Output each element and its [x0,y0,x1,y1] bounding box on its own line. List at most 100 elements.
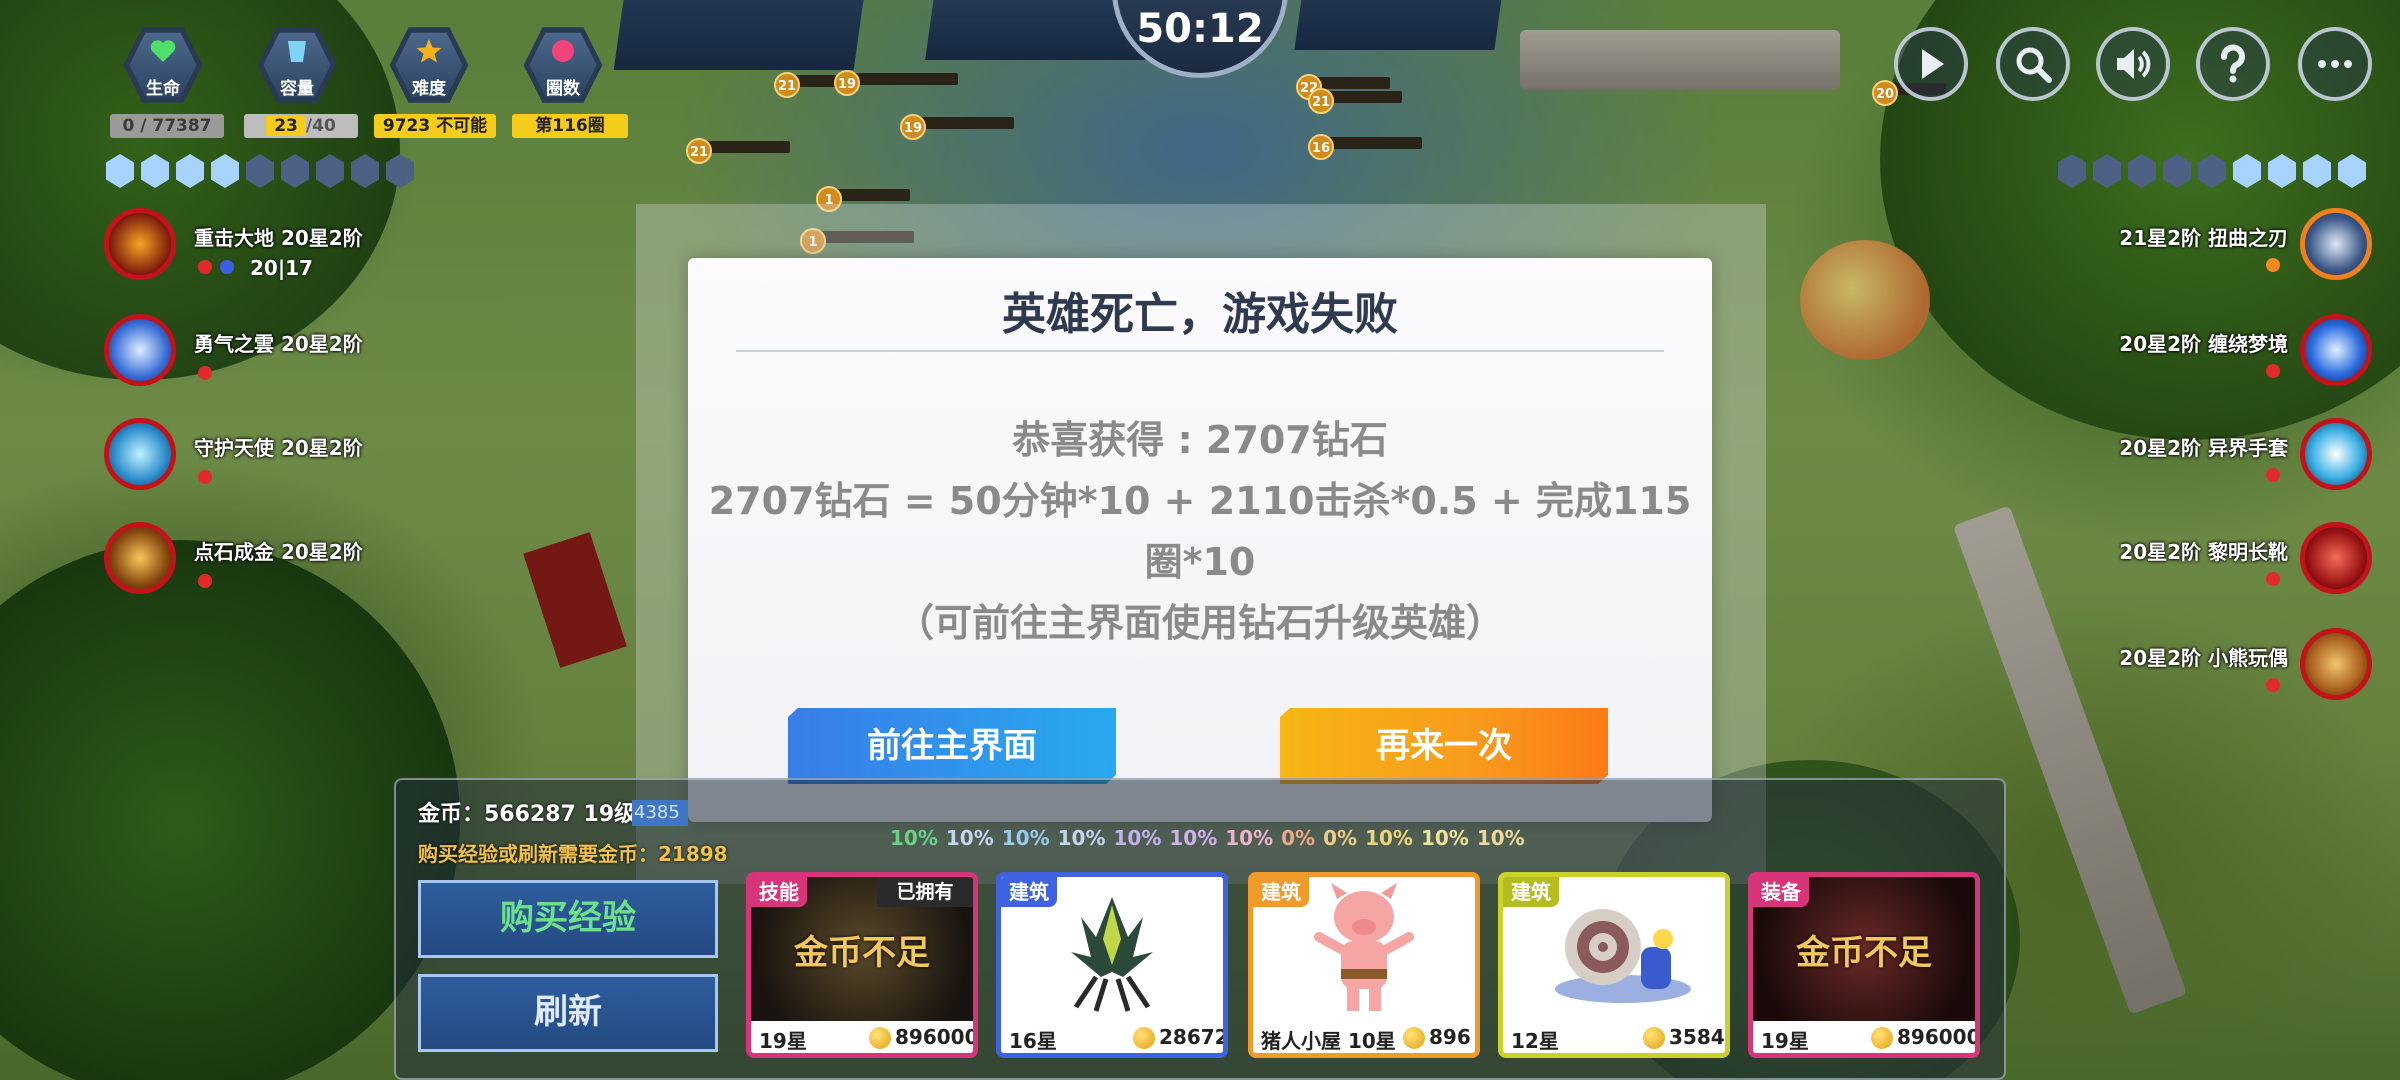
shop-card-building[interactable]: 建筑 12星 3584 [1498,872,1730,1058]
skill-name: 守护天使 20星2阶 [194,436,363,460]
difficulty-stat-hex: 难度 [388,24,470,106]
red-dot [2266,468,2280,482]
red-dot [198,470,212,484]
coin-icon [1643,1027,1665,1049]
lap-value: 第116圈 [512,114,628,138]
coin-icon [1871,1027,1893,1049]
dawn-boots-icon [2300,522,2372,594]
difficulty-value: 9723 不可能 [374,114,496,138]
card-type-tag: 装备 [1753,877,1809,907]
orange-dot [2266,258,2280,272]
more-button[interactable] [2298,27,2372,101]
enemy-health-bar [1322,91,1402,103]
blue-dot [220,260,234,274]
equipment-teddy-bear[interactable]: 20星2阶 小熊玩偶 [2060,628,2380,712]
card-stars: 猪人小屋 10星 [1261,1029,1396,1053]
card-type-tag: 建筑 [1253,877,1309,907]
pip-empty [386,154,414,188]
skill-name: 重击大地 20星2阶 [194,226,363,250]
search-button[interactable] [1996,27,2070,101]
star-icon [416,39,442,63]
equipment-otherworld-glove[interactable]: 20星2阶 异界手套 [2060,418,2380,502]
enemy-level: 21 [686,138,712,164]
shop-card-building[interactable]: 建筑 16星 28672 [996,872,1228,1058]
pip-empty [246,154,274,188]
insufficient-gold: 金币不足 [794,933,930,973]
reward-hint: （可前往主界面使用钻石升级英雄） [895,601,1504,645]
courage-cloud-icon [104,314,176,386]
enemy-health-bar [1322,137,1422,149]
hero-skill-midas-touch[interactable]: 点石成金 20星2阶 [104,522,404,606]
lap-label: 圈数 [546,79,580,99]
pip-empty [2093,154,2121,188]
hero-skill-courage-cloud[interactable]: 勇气之雲 20星2阶 [104,314,404,398]
pip-empty [2163,154,2191,188]
pip-empty [281,154,309,188]
dream-orb-icon [2300,314,2372,386]
refresh-button[interactable]: 刷新 [418,974,718,1052]
twisted-blade-icon [2300,208,2372,280]
equipment-name: 20星2阶 异界手套 [2119,436,2288,460]
card-footer: 12星 3584 [1503,1021,1725,1053]
odds-value: 0% [1323,826,1358,850]
difficulty-label: 难度 [412,79,446,99]
help-button[interactable] [2196,27,2270,101]
pip-filled [176,154,204,188]
life-value: 0 / 77387 [110,114,224,138]
reward-line: 恭喜获得 : 2707钻石 [1012,418,1388,462]
card-price: 3584 [1669,1025,1725,1049]
coin-icon [1133,1027,1155,1049]
hero-skill-ground-strike[interactable]: 重击大地 20星2阶 20|17 [104,208,404,292]
red-dot [2266,572,2280,586]
pip-empty [351,154,379,188]
go-home-button[interactable]: 前往主界面 [788,708,1116,784]
heart-icon [150,40,176,62]
enemy-health-bar [914,117,1014,129]
equipment-dawn-boots[interactable]: 20星2阶 黎明长靴 [2060,522,2380,606]
card-stars: 16星 [1009,1029,1057,1053]
odds-value: 10% [1113,826,1162,850]
shop-card-equipment[interactable]: 装备 金币不足 19星 896000 [1748,872,1980,1058]
buy-xp-button[interactable]: 购买经验 [418,880,718,958]
equipment-name: 20星2阶 缠绕梦境 [2119,332,2288,356]
help-icon [2221,44,2245,83]
card-stars: 19星 [1761,1029,1809,1053]
capacity-stat-hex: 容量 [256,24,338,106]
sound-button[interactable] [2096,27,2170,101]
card-type-tag: 建筑 [1001,877,1057,907]
shop-card-building[interactable]: 建筑 猪人小屋 10星 896 [1248,872,1480,1058]
equipment-twisted-blade[interactable]: 21星2阶 扭曲之刃 [2060,208,2380,292]
enemy-health-bar [700,141,790,153]
dialog-title: 英雄死亡，游戏失败 [1002,289,1398,340]
skill-name: 点石成金 20星2阶 [194,540,363,564]
enemy-health-bar [848,73,958,85]
pip-empty [316,154,344,188]
odds-value: 10% [1420,826,1469,850]
enemy-health-bar [830,189,910,201]
life-label: 生命 [146,79,180,99]
enemy-level: 19 [900,114,926,140]
equipment-name: 20星2阶 小熊玩偶 [2119,646,2288,670]
pip-filled [141,154,169,188]
pip-empty [2198,154,2226,188]
red-dot [198,574,212,588]
equipment-dream-orb[interactable]: 20星2阶 缠绕梦境 [2060,314,2380,398]
equipment-name: 21星2阶 扭曲之刃 [2119,226,2288,250]
card-footer: 16星 28672 [1001,1021,1223,1053]
card-price: 28672 [1159,1025,1228,1049]
hero-skill-guardian-angel[interactable]: 守护天使 20星2阶 [104,418,404,502]
enemy-level: 16 [1308,134,1334,160]
odds-value: 10% [1169,826,1218,850]
level-pips-right [2058,154,2366,188]
search-icon [2016,47,2052,83]
odds-row: 10% 10% 10% 10% 10% 10% 10% 0% 0% 10% 10… [890,826,1525,850]
card-footer: 19星 896000 [751,1021,973,1053]
sound-icon [2117,49,2151,79]
retry-button[interactable]: 再来一次 [1280,708,1608,784]
game-over-dialog: 英雄死亡，游戏失败 恭喜获得 : 2707钻石 2707钻石 = 50分钟*10… [688,258,1712,822]
play-button[interactable] [1894,27,1968,101]
circle-icon [552,40,574,62]
teddy-bear-icon [2300,628,2372,700]
capacity-max: 40 [312,116,336,136]
shop-card-skill[interactable]: 技能 已拥有 金币不足 19星 896000 [746,872,978,1058]
